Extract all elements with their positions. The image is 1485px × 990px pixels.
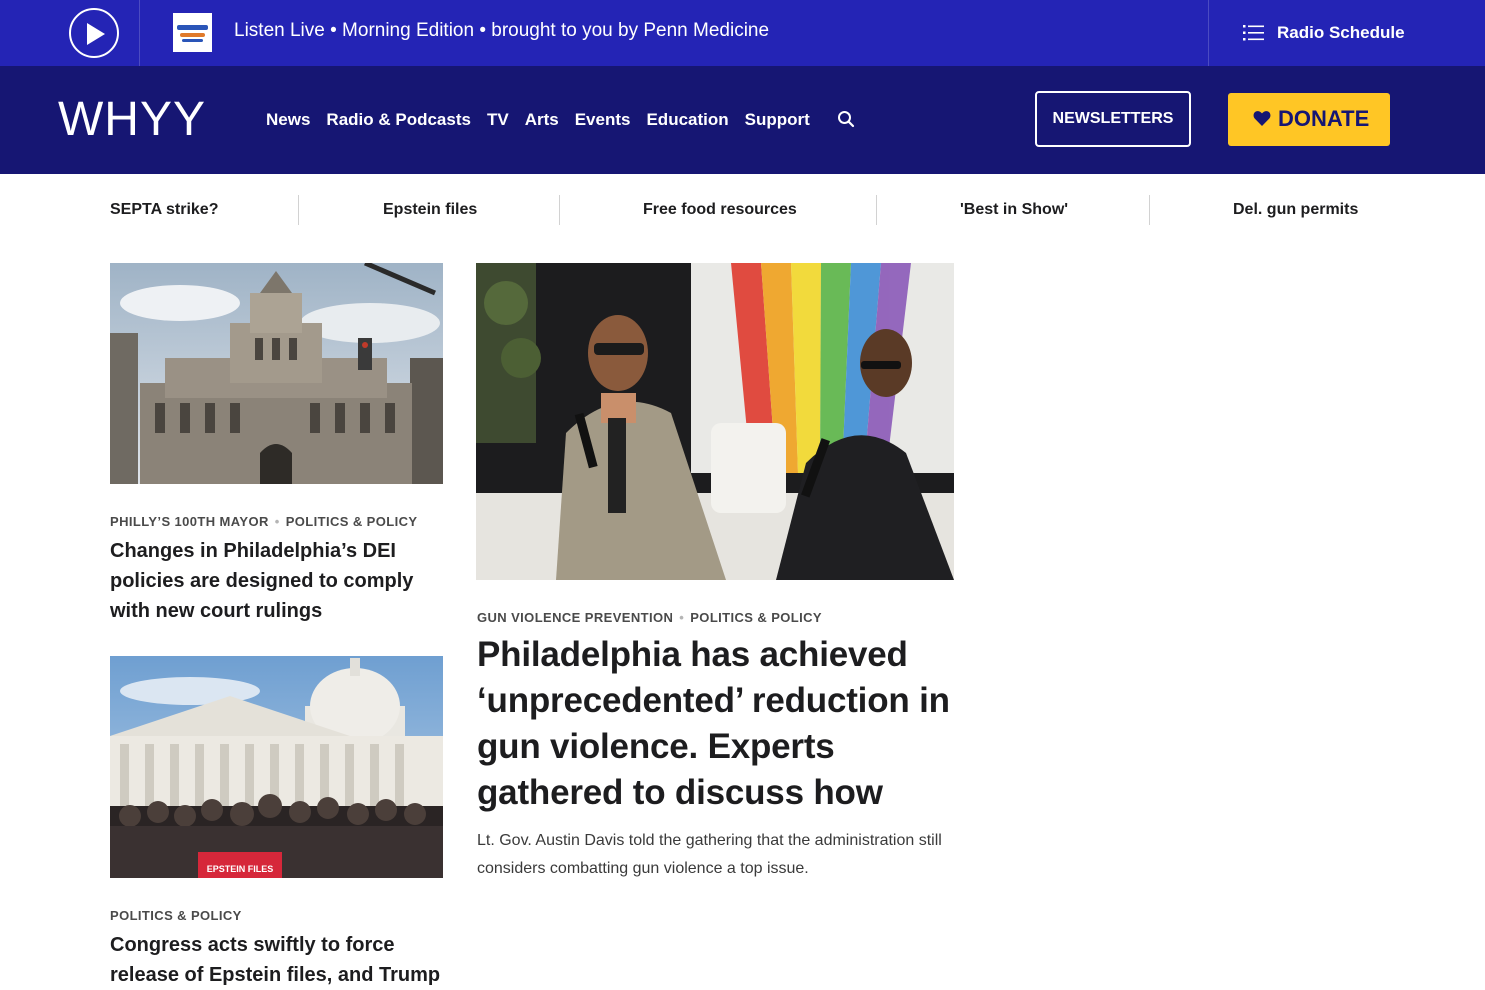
tag-gun-violence-prevention[interactable]: GUN VIOLENCE PREVENTION <box>477 610 673 625</box>
list-icon <box>1243 25 1264 41</box>
tag-phillys-100th-mayor[interactable]: PHILLY’S 100TH MAYOR <box>110 514 269 529</box>
nav-arts[interactable]: Arts <box>525 110 559 130</box>
nav-tv[interactable]: TV <box>487 110 509 130</box>
nav-education[interactable]: Education <box>646 110 728 130</box>
donate-label: DONATE <box>1278 106 1370 131</box>
heart-icon <box>1253 111 1271 126</box>
newsletters-button[interactable]: NEWSLETTERS <box>1035 91 1191 147</box>
trending-del-gun-permits[interactable]: Del. gun permits <box>1233 201 1358 219</box>
morning-edition-logo[interactable] <box>173 13 212 52</box>
story-headline[interactable]: Changes in Philadelphia’s DEI policies a… <box>110 536 445 626</box>
whyy-logo[interactable]: WHYY <box>58 94 206 146</box>
nav-news[interactable]: News <box>266 110 310 130</box>
trending-best-in-show[interactable]: 'Best in Show' <box>960 201 1068 219</box>
divider <box>298 195 299 225</box>
trending-septa-strike[interactable]: SEPTA strike? <box>110 201 218 219</box>
radio-schedule-label: Radio Schedule <box>1277 23 1405 42</box>
featured-headline[interactable]: Philadelphia has achieved ‘unprecedented… <box>477 632 957 816</box>
story-tags: POLITICS & POLICY <box>110 908 242 923</box>
tag-separator: • <box>274 514 280 529</box>
divider <box>559 195 560 225</box>
capitol-press-conference-photo[interactable]: EPSTEIN FILES <box>110 656 443 878</box>
nav-events[interactable]: Events <box>575 110 631 130</box>
donate-button[interactable]: DONATE <box>1228 93 1390 146</box>
trending-topics: SEPTA strike? Epstein files Free food re… <box>0 174 1485 244</box>
city-hall-photo[interactable] <box>110 263 443 484</box>
panel-discussion-photo[interactable] <box>476 263 954 580</box>
search-icon[interactable] <box>837 110 855 128</box>
tag-politics-policy[interactable]: POLITICS & POLICY <box>110 908 242 923</box>
story-summary: Lt. Gov. Austin Davis told the gathering… <box>477 832 942 877</box>
play-button[interactable] <box>69 8 119 58</box>
play-icon <box>87 23 105 45</box>
story-tags: PHILLY’S 100TH MAYOR • POLITICS & POLICY <box>110 514 417 529</box>
story-headline[interactable]: Congress acts swiftly to force release o… <box>110 930 445 990</box>
tag-politics-policy[interactable]: POLITICS & POLICY <box>286 514 418 529</box>
trending-epstein-files[interactable]: Epstein files <box>383 201 477 219</box>
divider <box>876 195 877 225</box>
tag-politics-policy[interactable]: POLITICS & POLICY <box>690 610 822 625</box>
nav-radio-podcasts[interactable]: Radio & Podcasts <box>326 110 471 130</box>
trending-free-food-resources[interactable]: Free food resources <box>643 201 797 219</box>
epstein-files-sign: EPSTEIN FILES <box>207 864 274 874</box>
listen-live-text[interactable]: Listen Live • Morning Edition • brought … <box>234 20 769 42</box>
main-navigation: WHYY News Radio & Podcasts TV Arts Event… <box>0 66 1485 174</box>
play-cell <box>0 0 140 66</box>
nav-links: News Radio & Podcasts TV Arts Events Edu… <box>266 110 826 130</box>
tag-separator: • <box>679 610 685 625</box>
listen-live-bar: Listen Live • Morning Edition • brought … <box>0 0 1485 66</box>
nav-support[interactable]: Support <box>745 110 810 130</box>
divider <box>1149 195 1150 225</box>
story-tags: GUN VIOLENCE PREVENTION • POLITICS & POLIC… <box>477 610 822 625</box>
radio-schedule-button[interactable]: Radio Schedule <box>1208 0 1485 66</box>
